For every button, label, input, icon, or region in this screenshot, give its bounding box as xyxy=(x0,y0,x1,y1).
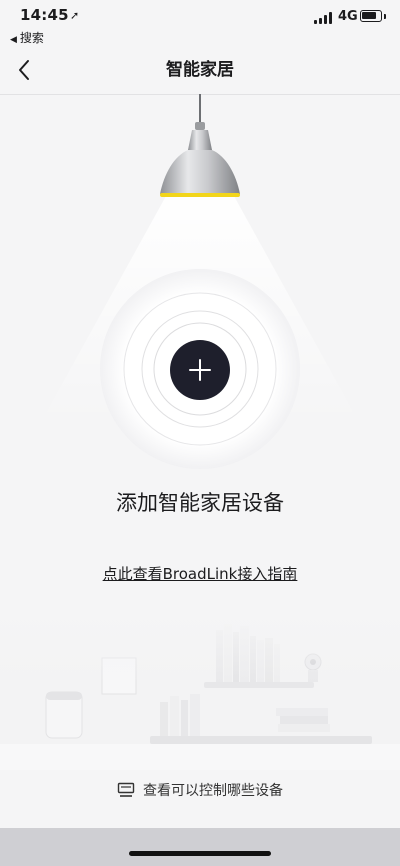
network-type: 4G xyxy=(338,9,358,24)
signal-icon xyxy=(314,12,332,24)
battery-cap xyxy=(384,14,386,19)
battery-icon xyxy=(360,10,382,22)
lamp-cap xyxy=(195,122,205,130)
add-device-button[interactable] xyxy=(170,340,230,400)
lamp-neck xyxy=(188,130,212,150)
back-triangle-icon: ◀ xyxy=(10,35,17,45)
shelf-illustration xyxy=(0,610,400,770)
back-to-app-link[interactable]: ◀ 搜索 xyxy=(10,29,44,46)
monitor-icon xyxy=(117,782,135,798)
supported-devices-label: 查看可以控制哪些设备 xyxy=(143,783,283,799)
status-time: 14:45 xyxy=(20,6,69,24)
bottom-bar xyxy=(0,828,400,866)
plus-icon xyxy=(189,359,211,381)
lamp-illustration xyxy=(40,94,360,469)
back-app-label: 搜索 xyxy=(19,31,44,45)
lamp-shade xyxy=(160,150,240,194)
broadlink-guide-link[interactable]: 点此查看BroadLink接入指南 xyxy=(0,562,400,586)
lamp-light-rim xyxy=(160,193,240,197)
home-indicator[interactable] xyxy=(129,851,271,856)
location-arrow-icon: ➚ xyxy=(70,9,80,22)
supported-devices-link[interactable]: 查看可以控制哪些设备 xyxy=(0,774,400,806)
page-title: 智能家居 xyxy=(166,60,234,80)
add-smart-home-heading: 添加智能家居设备 xyxy=(116,491,284,515)
